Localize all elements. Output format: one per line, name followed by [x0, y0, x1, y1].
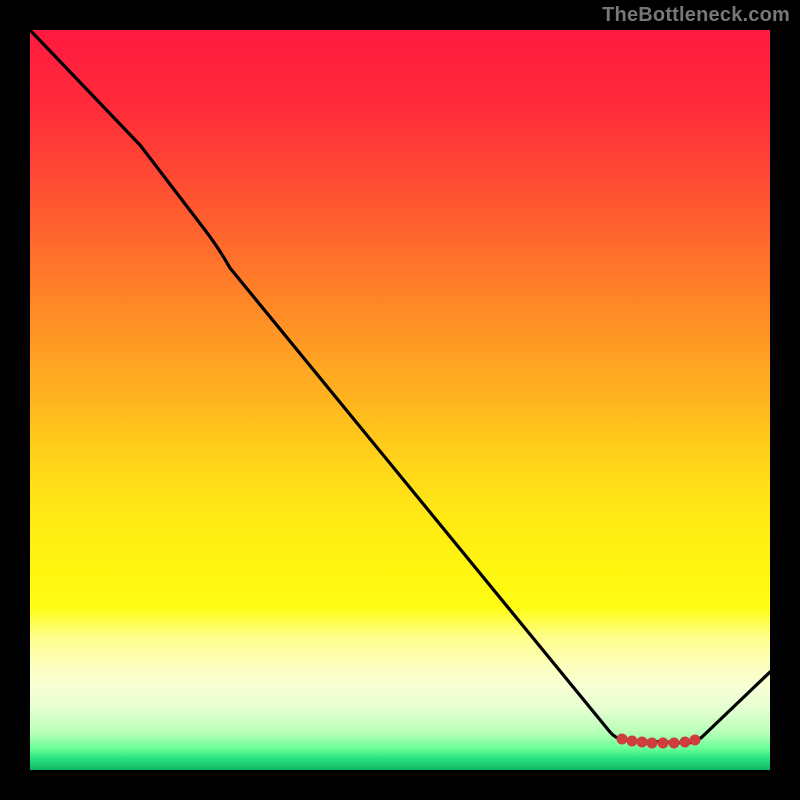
- plot-area: [30, 30, 770, 770]
- marker-dot: [680, 737, 691, 748]
- curve-main: [30, 30, 770, 743]
- marker-dot: [669, 738, 680, 749]
- marker-dot: [647, 738, 658, 749]
- watermark-text: TheBottleneck.com: [602, 4, 790, 27]
- marker-dot: [637, 737, 648, 748]
- marker-dot: [627, 736, 638, 747]
- chart-svg: [30, 30, 770, 770]
- marker-dot: [658, 738, 669, 749]
- chart-container: TheBottleneck.com: [0, 0, 800, 800]
- marker-dot: [617, 734, 628, 745]
- marker-dot: [690, 735, 701, 746]
